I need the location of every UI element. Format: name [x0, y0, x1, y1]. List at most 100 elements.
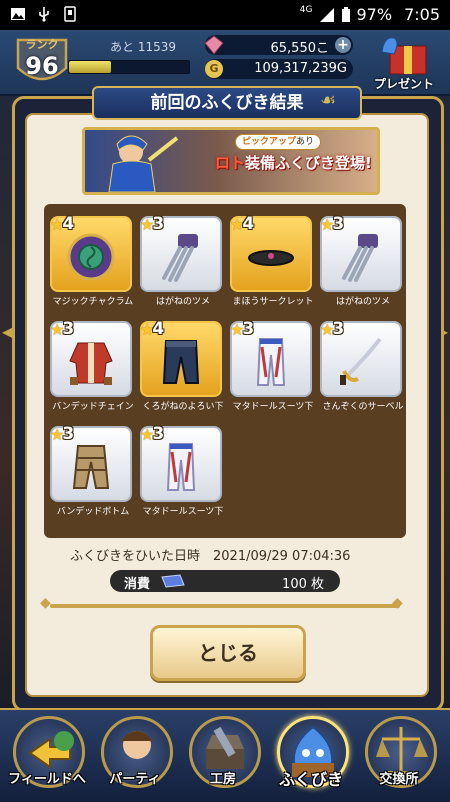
item-card[interactable]: ★ 3 バンデッドボトム	[50, 424, 132, 517]
divider-ornament-left-icon: ◆	[40, 595, 51, 611]
close-button[interactable]: とじる	[150, 625, 306, 681]
item-name: はがねのツメ	[155, 297, 210, 307]
armor-pants-icon	[162, 340, 200, 384]
gem-counter: 65,550こ +	[204, 35, 353, 56]
banner-headline: ロト装備ふくびき登場!	[215, 152, 375, 173]
storage-icon	[64, 6, 76, 22]
rarity-value: 3	[62, 424, 75, 444]
consume-value: 100 枚	[282, 577, 324, 592]
pickup-tag-label: ピックアップ	[242, 137, 297, 147]
item-name: マタドールスーツ下	[142, 507, 224, 517]
item-card[interactable]: ★ 3 マタドールスーツ下	[230, 319, 313, 412]
saber-icon	[340, 337, 382, 385]
rarity-stars: ★ 3	[50, 424, 74, 444]
xp-fill	[69, 61, 111, 73]
rarity-stars: ★ 4	[140, 319, 164, 339]
circlet-icon	[248, 250, 294, 266]
nav-item-0[interactable]: フィールドへ	[6, 714, 88, 800]
item-card[interactable]: ★ 4 まほうサークレット	[230, 214, 314, 307]
rarity-value: 3	[62, 319, 75, 339]
item-name: マタドールスーツ下	[232, 402, 314, 412]
bottom-nav: フィールドへ パーティ 工房 ふくびき 交換所	[0, 708, 450, 802]
rarity-value: 3	[242, 319, 255, 339]
ticket-icon	[161, 574, 185, 588]
item-card[interactable]: ★ 3 さんぞくのサーベル	[320, 319, 404, 412]
nav-label: パーティ	[109, 772, 161, 787]
nav-label: ふくびき	[278, 770, 343, 789]
rarity-stars: ★ 4	[230, 214, 254, 234]
claw-icon	[342, 234, 378, 282]
item-grid: ★ 4 マジックチャクラム ★ 3 はがねのツメ ★ 4 まほうサークレット ★ 3 はがねのツメ ★ 3…	[44, 204, 406, 538]
signal-icon	[319, 7, 334, 22]
rarity-stars: ★ 3	[50, 319, 74, 339]
xp-remaining: あと 11539	[110, 40, 176, 54]
suit-pants-icon	[256, 338, 286, 386]
status-bar: 4G 97% 7:05	[0, 0, 450, 30]
hero-artwork-icon	[108, 135, 179, 192]
banner-headline-rest: 装備ふくびき登場!	[245, 154, 372, 172]
pickup-tag-suffix: あり	[296, 137, 315, 147]
item-card[interactable]: ★ 4 くろがねのよろい下	[140, 319, 224, 412]
nav-label: 工房	[209, 772, 236, 787]
item-name: バンデッドチェイン	[52, 402, 134, 412]
rarity-value: 3	[332, 319, 345, 339]
item-name: はがねのツメ	[335, 297, 390, 307]
item-name: まほうサークレット	[232, 297, 314, 307]
item-name: バンデッドボトム	[56, 507, 130, 517]
network-type: 4G	[299, 4, 313, 15]
gallery-icon	[11, 8, 25, 20]
item-name: くろがねのよろい下	[142, 402, 224, 412]
gold-value: 109,317,239G	[254, 61, 347, 76]
rarity-value: 3	[152, 424, 165, 444]
consume-bar: 消費 100 枚	[110, 570, 340, 592]
battery-percent: 97%	[356, 5, 393, 24]
rank-label: ランク	[25, 38, 59, 51]
battery-icon	[341, 6, 350, 22]
item-card[interactable]: ★ 3 マタドールスーツ下	[140, 424, 223, 517]
divider-ornament-right-icon: ◆	[392, 595, 403, 611]
clock: 7:05	[404, 5, 440, 24]
item-card[interactable]: ★ 3 はがねのツメ	[320, 214, 402, 307]
pickup-tag: ピックアップあり	[235, 134, 322, 150]
item-card[interactable]: ★ 4 マジックチャクラム	[50, 214, 133, 307]
rarity-value: 3	[332, 214, 345, 234]
rarity-stars: ★ 3	[140, 424, 164, 444]
title-ornament-right-icon: ☙	[320, 90, 337, 111]
consume-label: 消費	[124, 577, 151, 592]
nav-item-1[interactable]: パーティ	[94, 714, 176, 800]
draw-datetime: ふくびきをひいた日時 2021/09/29 07:04:36	[70, 549, 351, 564]
suit-pants-icon	[166, 443, 196, 491]
rank-badge: ランク 96	[14, 34, 70, 90]
present-button[interactable]: プレゼント	[364, 32, 444, 92]
rarity-stars: ★ 3	[320, 319, 344, 339]
pickup-banner[interactable]: ピックアップあり ロト装備ふくびき登場!	[82, 127, 380, 195]
rarity-value: 3	[152, 214, 165, 234]
rank-value: 96	[25, 52, 59, 80]
gem-value: 65,550こ	[270, 41, 330, 56]
rarity-value: 4	[62, 214, 75, 234]
nav-label: 交換所	[379, 772, 419, 787]
gold-counter: G 109,317,239G	[205, 59, 353, 79]
divider	[50, 604, 400, 608]
banner-headline-red: ロト	[215, 154, 246, 172]
nav-item-2[interactable]: 工房	[182, 714, 264, 800]
item-name: さんぞくのサーベル	[322, 402, 404, 412]
add-gems-button[interactable]: +	[335, 37, 351, 53]
nav-item-4[interactable]: 交換所	[358, 714, 440, 800]
jacket-icon	[69, 342, 113, 385]
claw-icon	[162, 234, 198, 282]
usb-icon	[39, 7, 49, 22]
item-card[interactable]: ★ 3 バンデッドチェイン	[50, 319, 134, 412]
gold-coin-icon: G	[205, 60, 223, 78]
bandit-pants-icon	[72, 445, 110, 489]
gem-icon	[204, 35, 224, 55]
present-label: プレゼント	[373, 77, 434, 91]
item-card[interactable]: ★ 3 はがねのツメ	[140, 214, 222, 307]
xp-bar	[68, 60, 190, 74]
rarity-value: 4	[152, 319, 165, 339]
nav-label: フィールドへ	[8, 772, 86, 787]
item-name: マジックチャクラム	[52, 297, 134, 307]
nav-item-3[interactable]: ふくびき	[270, 714, 352, 800]
rarity-value: 4	[242, 214, 255, 234]
rarity-stars: ★ 3	[230, 319, 254, 339]
